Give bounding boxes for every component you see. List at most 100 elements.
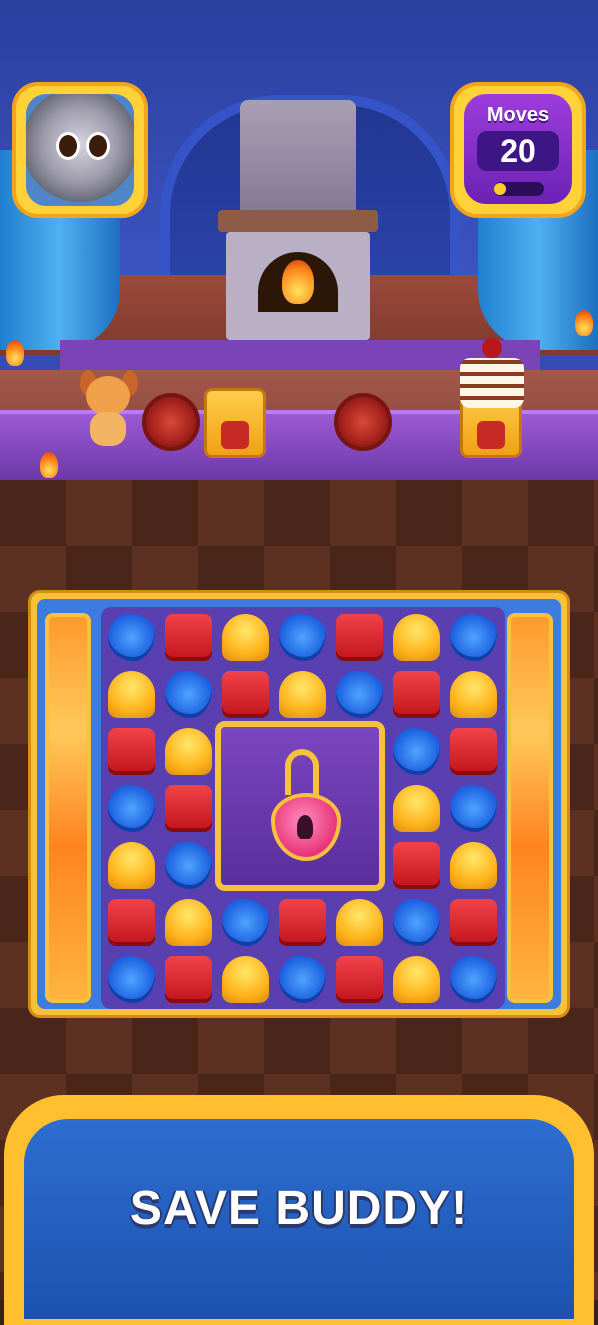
grid-cell[interactable] xyxy=(445,609,502,666)
grid-cell[interactable] xyxy=(331,666,388,723)
red-candy-icon[interactable] xyxy=(165,785,212,832)
yellow-candy-icon[interactable] xyxy=(336,899,383,946)
grid-cell[interactable] xyxy=(388,723,445,780)
lava-column-right xyxy=(507,613,553,1003)
grid-cell[interactable] xyxy=(388,780,445,837)
cat-avatar[interactable] xyxy=(12,82,148,218)
moves-value: 20 xyxy=(477,131,559,171)
grid-cell[interactable] xyxy=(103,894,160,951)
fireplace-icon xyxy=(218,100,378,340)
blue-candy-icon[interactable] xyxy=(393,728,440,775)
grid-cell[interactable] xyxy=(160,837,217,894)
yellow-candy-icon[interactable] xyxy=(222,956,269,1003)
grid-cell[interactable] xyxy=(274,666,331,723)
yellow-candy-icon[interactable] xyxy=(393,614,440,661)
crate-icon[interactable] xyxy=(204,388,266,458)
red-candy-icon[interactable] xyxy=(222,671,269,718)
yellow-candy-icon[interactable] xyxy=(450,671,497,718)
grid-cell[interactable] xyxy=(103,723,160,780)
blue-candy-icon[interactable] xyxy=(165,842,212,889)
grid-cell[interactable] xyxy=(160,894,217,951)
grid-cell[interactable] xyxy=(388,951,445,1008)
yellow-candy-icon[interactable] xyxy=(279,671,326,718)
grid-cell[interactable] xyxy=(217,951,274,1008)
yellow-candy-icon[interactable] xyxy=(222,614,269,661)
grid-cell[interactable] xyxy=(445,780,502,837)
grid-cell[interactable] xyxy=(160,666,217,723)
yellow-candy-icon[interactable] xyxy=(393,785,440,832)
red-candy-icon[interactable] xyxy=(450,728,497,775)
yellow-candy-icon[interactable] xyxy=(393,956,440,1003)
blue-candy-icon[interactable] xyxy=(393,899,440,946)
red-candy-icon[interactable] xyxy=(108,728,155,775)
objective-banner: SAVE BUDDY! xyxy=(0,1095,598,1325)
grid-cell[interactable] xyxy=(445,837,502,894)
grid-cell[interactable] xyxy=(388,666,445,723)
grid-cell[interactable] xyxy=(445,894,502,951)
red-candy-icon[interactable] xyxy=(336,614,383,661)
grid-cell[interactable] xyxy=(331,951,388,1008)
yellow-candy-icon[interactable] xyxy=(165,728,212,775)
yellow-candy-icon[interactable] xyxy=(108,671,155,718)
blue-candy-icon[interactable] xyxy=(450,956,497,1003)
locked-tile xyxy=(215,721,385,891)
moves-label: Moves xyxy=(486,104,550,126)
room-scene xyxy=(0,0,598,480)
blue-candy-icon[interactable] xyxy=(450,614,497,661)
fire-icon xyxy=(6,340,24,366)
grid-cell[interactable] xyxy=(331,894,388,951)
banner-title: SAVE BUDDY! xyxy=(129,1182,469,1235)
lava-column-left xyxy=(45,613,91,1003)
yellow-candy-icon[interactable] xyxy=(165,899,212,946)
yellow-candy-icon[interactable] xyxy=(108,842,155,889)
grid-cell[interactable] xyxy=(217,894,274,951)
moves-counter: Moves 20 xyxy=(450,82,586,218)
grid-cell[interactable] xyxy=(445,666,502,723)
grid-cell[interactable] xyxy=(274,951,331,1008)
barrel-icon[interactable] xyxy=(334,393,392,451)
fire-icon xyxy=(575,310,593,336)
grid-cell[interactable] xyxy=(217,609,274,666)
blue-candy-icon[interactable] xyxy=(108,785,155,832)
blue-candy-icon[interactable] xyxy=(336,671,383,718)
grid-cell[interactable] xyxy=(388,894,445,951)
blue-candy-icon[interactable] xyxy=(279,956,326,1003)
grid-cell[interactable] xyxy=(160,780,217,837)
blue-candy-icon[interactable] xyxy=(450,785,497,832)
blue-candy-icon[interactable] xyxy=(222,899,269,946)
grid-cell[interactable] xyxy=(160,723,217,780)
grid-cell[interactable] xyxy=(160,609,217,666)
barrel-icon[interactable] xyxy=(142,393,200,451)
red-candy-icon[interactable] xyxy=(108,899,155,946)
blue-candy-icon[interactable] xyxy=(165,671,212,718)
red-candy-icon[interactable] xyxy=(336,956,383,1003)
grid-cell[interactable] xyxy=(217,666,274,723)
fire-icon xyxy=(40,452,58,478)
cat-avatar-icon xyxy=(26,94,134,206)
grid-cell[interactable] xyxy=(103,837,160,894)
grid-cell[interactable] xyxy=(103,951,160,1008)
blue-candy-icon[interactable] xyxy=(108,956,155,1003)
grid-cell[interactable] xyxy=(274,894,331,951)
grid-cell[interactable] xyxy=(160,951,217,1008)
grid-cell[interactable] xyxy=(274,609,331,666)
yellow-candy-icon[interactable] xyxy=(450,842,497,889)
game-board xyxy=(28,590,570,1018)
red-candy-icon[interactable] xyxy=(165,614,212,661)
grid-cell[interactable] xyxy=(103,780,160,837)
red-candy-icon[interactable] xyxy=(279,899,326,946)
grid-cell[interactable] xyxy=(445,951,502,1008)
grid-cell[interactable] xyxy=(388,609,445,666)
red-candy-icon[interactable] xyxy=(393,671,440,718)
grid-cell[interactable] xyxy=(388,837,445,894)
red-candy-icon[interactable] xyxy=(393,842,440,889)
grid-cell[interactable] xyxy=(103,666,160,723)
red-candy-icon[interactable] xyxy=(450,899,497,946)
grid-cell[interactable] xyxy=(331,609,388,666)
blue-candy-icon[interactable] xyxy=(108,614,155,661)
red-candy-icon[interactable] xyxy=(165,956,212,1003)
grid-cell[interactable] xyxy=(445,723,502,780)
blue-candy-icon[interactable] xyxy=(279,614,326,661)
grid-cell[interactable] xyxy=(103,609,160,666)
cake-icon xyxy=(460,338,524,408)
